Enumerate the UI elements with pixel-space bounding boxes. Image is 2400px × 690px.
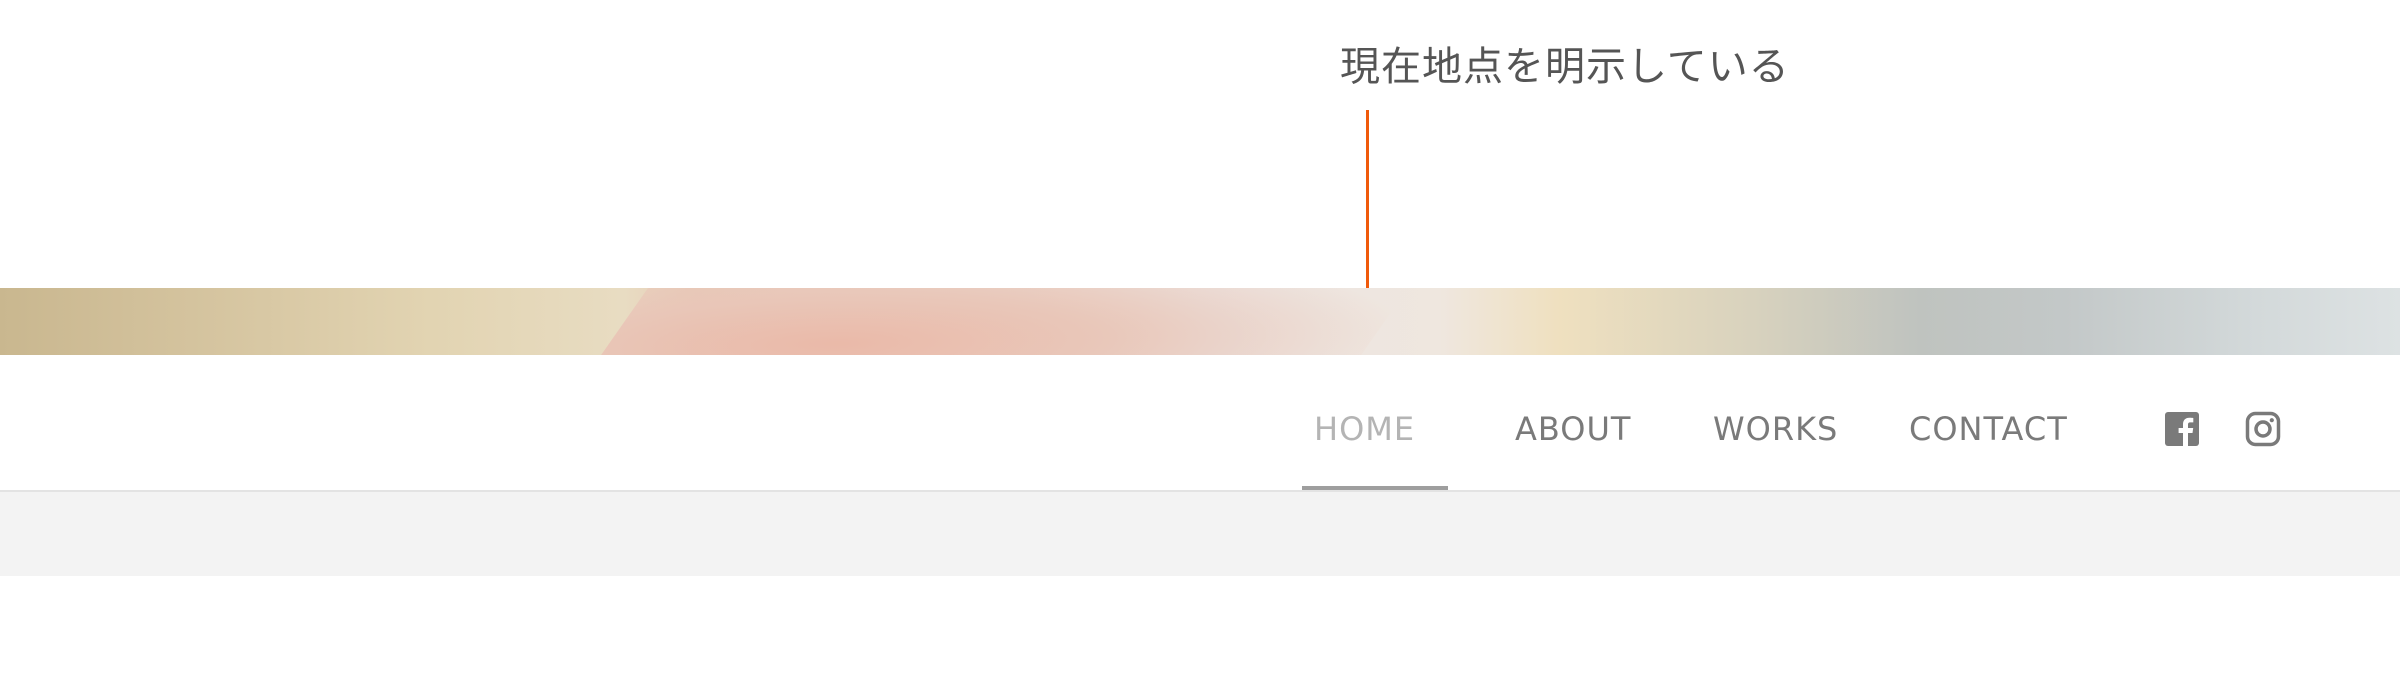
instagram-icon-glyph [2245,411,2281,447]
page: 現在地点を明示している HOME ABOUT WORKS CONTACT [0,0,2400,690]
instagram-icon[interactable] [2245,411,2281,447]
nav-item-home[interactable]: HOME [1314,410,1415,448]
hero-image-detail [563,288,1437,355]
content-band [0,492,2400,576]
facebook-icon-glyph [2165,412,2199,446]
nav-item-works[interactable]: WORKS [1713,410,1838,448]
hero-image-strip [0,288,2400,355]
facebook-icon[interactable] [2164,411,2200,447]
nav-item-about[interactable]: ABOUT [1515,410,1631,448]
annotation-label: 現在地点を明示している [1340,44,1790,90]
nav-item-contact[interactable]: CONTACT [1909,410,2068,448]
active-nav-indicator [1302,486,1448,490]
